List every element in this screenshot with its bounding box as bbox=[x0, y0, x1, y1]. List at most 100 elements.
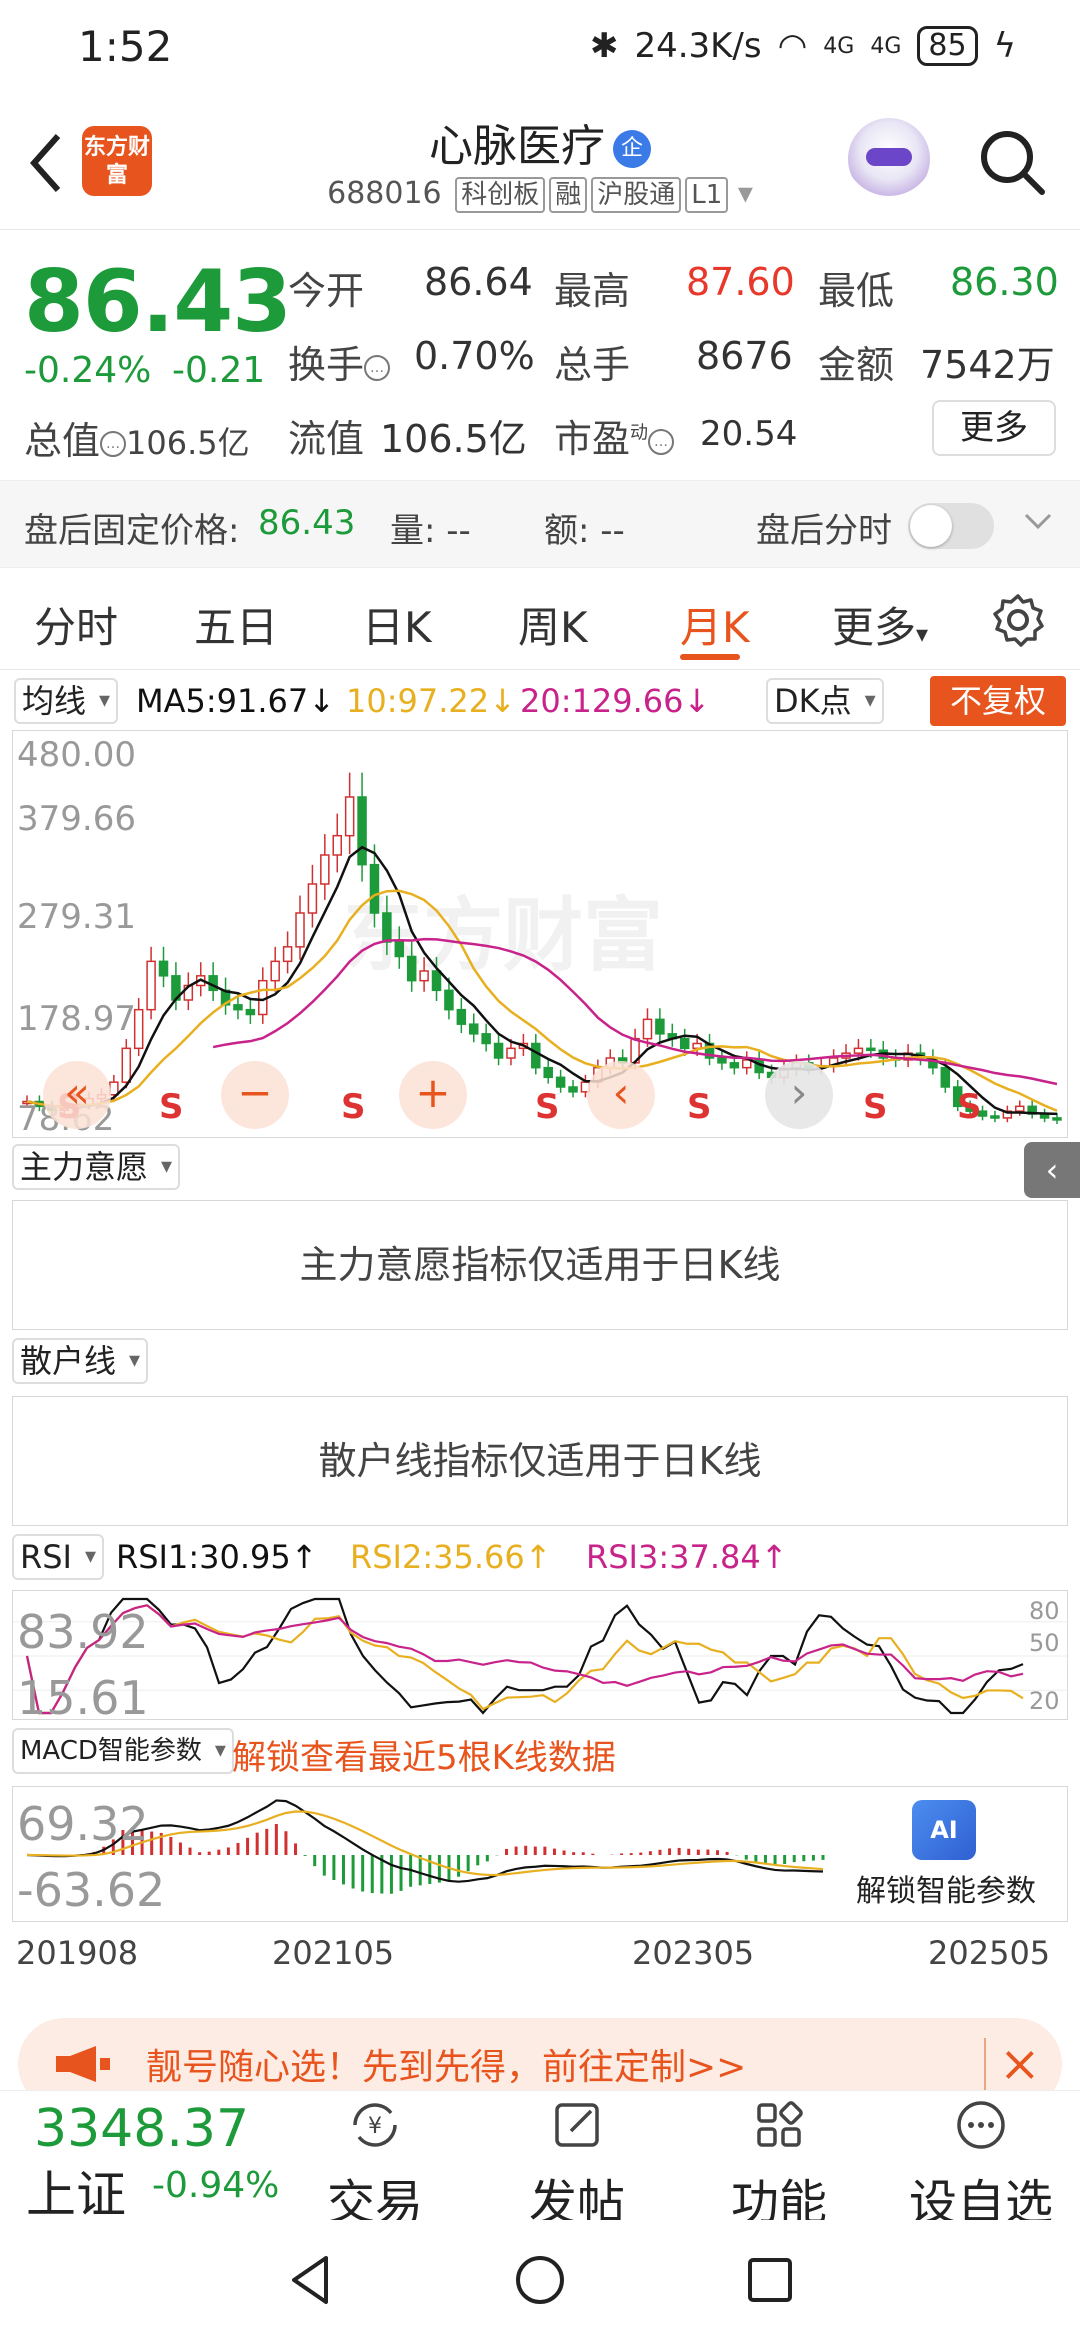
collapse-side-panel-icon[interactable]: ‹ bbox=[1024, 1142, 1080, 1198]
ma-indicator-dropdown[interactable]: 均线 bbox=[14, 678, 119, 724]
candle-body bbox=[369, 863, 380, 914]
pe-value: 20.54 bbox=[700, 414, 798, 454]
after-hours-intraday-label: 盘后分时 bbox=[756, 511, 892, 551]
candle-body bbox=[555, 1076, 566, 1088]
zoom-out-button[interactable]: − bbox=[221, 1061, 289, 1129]
megaphone-icon bbox=[56, 2046, 110, 2082]
tab-five-day[interactable]: 五日 bbox=[194, 594, 278, 655]
candle-body bbox=[332, 834, 342, 856]
candle-body bbox=[444, 989, 454, 1011]
system-home-icon[interactable] bbox=[510, 2250, 570, 2310]
retail-line-message: 散户线指标仅适用于日K线 bbox=[12, 1396, 1068, 1526]
scroll-left-fast-icon[interactable]: « bbox=[43, 1061, 111, 1129]
close-icon[interactable] bbox=[984, 2038, 1044, 2090]
robot-assistant-icon[interactable] bbox=[848, 118, 930, 200]
fixed-price-value: 86.43 bbox=[258, 503, 356, 543]
system-recents-icon[interactable] bbox=[740, 2250, 800, 2310]
system-back-icon[interactable] bbox=[280, 2250, 340, 2310]
info-icon[interactable]: … bbox=[100, 430, 127, 457]
rsi-chart-panel[interactable]: 83.92 15.61 80 50 20 bbox=[12, 1590, 1069, 1725]
candle-body bbox=[481, 1033, 491, 1045]
main-force-dropdown[interactable]: 主力意愿 bbox=[12, 1144, 181, 1190]
candle-body bbox=[866, 1047, 876, 1052]
svg-text:¥: ¥ bbox=[368, 2114, 382, 2139]
net-speed: 24.3K/s bbox=[634, 26, 762, 66]
ma5-line bbox=[26, 845, 1058, 1116]
float-value: 106.5亿 bbox=[380, 417, 527, 461]
zoom-in-button[interactable]: + bbox=[399, 1061, 467, 1129]
tab-more[interactable]: 更多▾ bbox=[832, 594, 928, 655]
candle-body bbox=[109, 1081, 119, 1096]
more-quote-button[interactable]: 更多 bbox=[932, 400, 1056, 456]
adjust-mode-button[interactable]: 不复权 bbox=[930, 676, 1066, 726]
nav-functions[interactable]: 功能 bbox=[704, 2095, 854, 2233]
signal-s-2: S bbox=[159, 1087, 184, 1127]
index-ticker[interactable]: 3348.37 上证 -0.94% bbox=[0, 2091, 300, 2224]
nav-trade[interactable]: ¥ 交易 bbox=[300, 2095, 450, 2233]
apps-grid-icon bbox=[757, 2101, 803, 2147]
candle-body bbox=[940, 1066, 951, 1088]
candle-body bbox=[295, 912, 305, 948]
rsi-dropdown[interactable]: RSI bbox=[12, 1534, 104, 1580]
rsi3-value: RSI3:37.84↑ bbox=[586, 1538, 788, 1576]
turnover-label: 换手… bbox=[288, 334, 391, 389]
nav-add-watchlist[interactable]: 设自选 bbox=[906, 2095, 1056, 2233]
candle-body bbox=[245, 1008, 256, 1016]
macd-y-top: 69.32 bbox=[17, 1797, 149, 1851]
dk-point-dropdown[interactable]: DK点 bbox=[766, 678, 884, 724]
chevron-down-icon[interactable] bbox=[1022, 505, 1054, 537]
status-icons: ✱ 24.3K/s ◠ 4G 4G 85 ϟ bbox=[590, 26, 1016, 66]
more-dots-icon bbox=[957, 2101, 1005, 2149]
after-hours-bar: 盘后固定价格: 86.43 量: -- 额: -- 盘后分时 bbox=[0, 480, 1080, 568]
candle-body bbox=[853, 1047, 864, 1054]
rsi-chart bbox=[13, 1597, 1069, 1715]
unlock-smart-params-button[interactable]: AI 解锁智能参数 bbox=[828, 1790, 1064, 1918]
gear-icon[interactable] bbox=[990, 592, 1046, 648]
low-label: 最低 bbox=[818, 269, 895, 313]
index-name: 上证 bbox=[26, 2166, 126, 2224]
kline-chart[interactable] bbox=[13, 731, 1069, 1139]
prev-candle-button[interactable]: ‹ bbox=[587, 1061, 655, 1129]
tab-monthly-k[interactable]: 月K bbox=[680, 594, 750, 655]
ma5-value: MA5:91.67↓ bbox=[136, 682, 336, 720]
battery-icon: 85 bbox=[917, 26, 978, 66]
signal-s-7: S bbox=[957, 1087, 982, 1127]
candle-body bbox=[543, 1066, 553, 1079]
ai-chart-icon: AI bbox=[912, 1800, 976, 1860]
signal-4g-icon: 4G bbox=[823, 33, 855, 59]
promo-banner-text: 靓号随心选！先到先得，前往定制>> bbox=[146, 2047, 747, 2088]
macd-unlock-link[interactable]: 解锁查看最近5根K线数据 bbox=[232, 1730, 616, 1779]
enterprise-badge-icon: 企 bbox=[613, 130, 651, 168]
candle-body bbox=[642, 1018, 653, 1040]
tab-weekly-k[interactable]: 周K bbox=[518, 594, 588, 655]
fixed-price-label: 盘后固定价格: bbox=[24, 511, 240, 551]
y-label-4: 178.97 bbox=[17, 999, 136, 1039]
change-percent: -0.24% bbox=[24, 350, 152, 391]
bluetooth-icon: ✱ bbox=[589, 26, 619, 66]
candle-body bbox=[431, 970, 442, 992]
retail-line-dropdown[interactable]: 散户线 bbox=[12, 1338, 149, 1384]
candle-body bbox=[406, 955, 417, 982]
total-value: 总值… 106.5亿 bbox=[24, 410, 250, 465]
tab-daily-k[interactable]: 日K bbox=[362, 594, 432, 655]
rsi1-value: RSI1:30.95↑ bbox=[116, 1538, 318, 1576]
tab-intraday[interactable]: 分时 bbox=[34, 594, 118, 655]
search-icon[interactable] bbox=[976, 126, 1048, 198]
kline-legend: 均线 MA5:91.67↓ 10:97.22↓ 20:129.66↓ DK点 不… bbox=[0, 672, 1080, 728]
info-icon[interactable]: … bbox=[364, 354, 391, 381]
quote-panel: 86.43 -0.24% -0.21 总值… 106.5亿 今开 86.64 最高… bbox=[0, 232, 1080, 472]
tag-level: L1 bbox=[685, 177, 729, 213]
signal-s-3: S bbox=[341, 1087, 366, 1127]
kline-chart-panel[interactable]: 东方财富 480.00 379.66 279.31 178.97 78.62 S… bbox=[12, 730, 1069, 1139]
candle-body bbox=[270, 960, 280, 982]
after-hours-toggle[interactable] bbox=[908, 503, 994, 549]
candle-body bbox=[121, 1047, 132, 1083]
y-label-2: 379.66 bbox=[17, 799, 136, 839]
candle-body bbox=[1015, 1105, 1025, 1112]
nav-post[interactable]: 发帖 bbox=[502, 2095, 652, 2233]
macd-dropdown[interactable]: MACD智能参数 bbox=[12, 1728, 234, 1774]
next-candle-button[interactable]: › bbox=[765, 1061, 833, 1129]
bottom-toolbar: 3348.37 上证 -0.94% ¥ 交易 发帖 功能 设自选 bbox=[0, 2090, 1080, 2231]
ma10-value: 10:97.22↓ bbox=[346, 682, 516, 720]
info-icon[interactable]: … bbox=[648, 428, 675, 455]
